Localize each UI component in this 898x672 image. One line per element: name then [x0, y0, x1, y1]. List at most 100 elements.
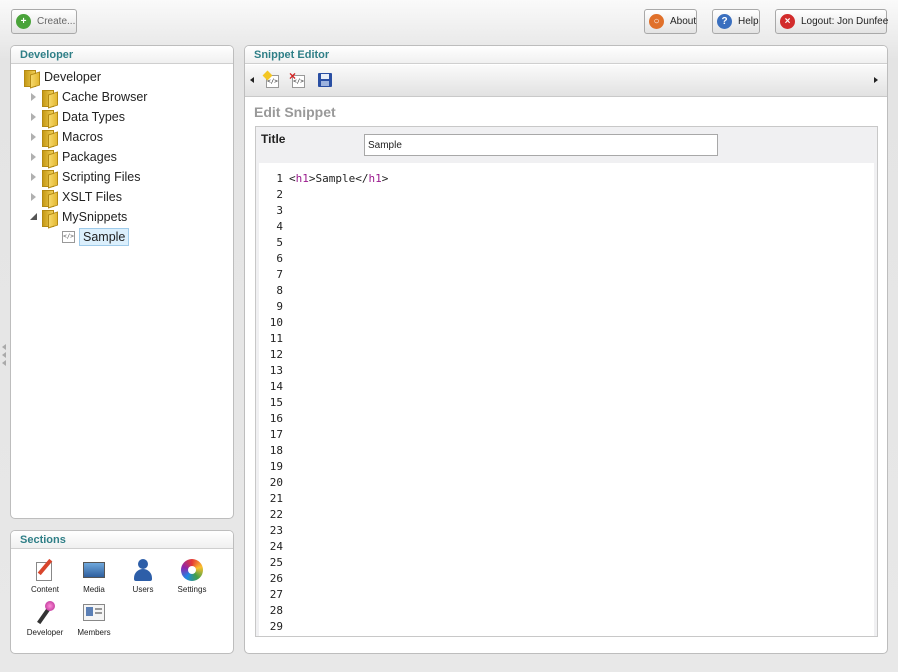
line-number: 25	[269, 556, 283, 569]
tree-item-scripting-files[interactable]: Scripting Files	[29, 167, 141, 187]
title-input[interactable]	[364, 134, 718, 156]
section-content[interactable]: Content	[21, 558, 69, 594]
info-circle-icon: ○	[649, 14, 664, 29]
line-number: 2	[276, 188, 283, 201]
settings-icon	[180, 558, 204, 582]
arrow-left-icon	[2, 344, 6, 350]
expand-arrow-icon[interactable]	[29, 172, 39, 182]
code-token: <	[289, 172, 296, 185]
line-number: 6	[276, 252, 283, 265]
section-label: Developer	[26, 628, 64, 637]
line-number: 16	[269, 412, 283, 425]
tree-item-xslt-files[interactable]: XSLT Files	[29, 187, 122, 207]
tree-item-data-types[interactable]: Data Types	[29, 107, 125, 127]
sections-title: Sections	[11, 531, 233, 549]
code-token: >	[308, 172, 316, 185]
panel-collapse-handle[interactable]	[2, 344, 8, 368]
line-number: 19	[269, 460, 283, 473]
folder-icon	[42, 129, 57, 147]
section-media[interactable]: Media	[70, 558, 118, 594]
line-number: 10	[269, 316, 283, 329]
line-number: 24	[269, 540, 283, 553]
plus-icon: +	[16, 14, 31, 29]
tree-item-packages[interactable]: Packages	[29, 147, 117, 167]
content-icon	[33, 558, 57, 582]
help-label: Help	[738, 16, 759, 27]
line-number: 9	[276, 300, 283, 313]
editor-toolbar: </> </> ×	[245, 65, 887, 97]
code-editor[interactable]: 1 2 3 4 5 6 7 8 9 10 11 12 13 14 15 16 17 18 19 20 21 22 23 24 2…	[259, 163, 874, 636]
scroll-right-icon[interactable]	[874, 77, 878, 83]
expand-arrow-icon[interactable]	[29, 92, 39, 102]
code-token: </	[355, 172, 369, 185]
code-tag-name: h1	[368, 172, 382, 185]
remove-macro-icon[interactable]: </> ×	[289, 69, 306, 88]
arrow-left-icon	[2, 360, 6, 366]
close-icon: ×	[780, 14, 795, 29]
expand-arrow-icon[interactable]	[29, 192, 39, 202]
about-button[interactable]: ○ About	[644, 9, 697, 34]
section-members[interactable]: Members	[70, 601, 118, 637]
folder-icon	[42, 169, 57, 187]
tree-item-sample[interactable]: </> Sample	[62, 227, 130, 247]
edit-snippet-heading: Edit Snippet	[254, 104, 336, 120]
section-users[interactable]: Users	[119, 558, 167, 594]
line-number: 18	[269, 444, 283, 457]
collapse-arrow-icon[interactable]	[29, 212, 39, 222]
line-number: 12	[269, 348, 283, 361]
section-developer[interactable]: Developer	[21, 601, 69, 637]
snippet-editor-panel: Snippet Editor </> </> × Edit Snippet Ti…	[244, 45, 888, 654]
line-number: 29	[269, 620, 283, 633]
logout-button[interactable]: × Logout: Jon Dunfee	[775, 9, 888, 34]
users-icon	[131, 558, 155, 582]
section-label: Content	[30, 585, 60, 594]
insert-macro-icon[interactable]: </>	[262, 70, 280, 88]
code-token: >	[381, 172, 389, 185]
save-icon[interactable]	[317, 72, 333, 88]
line-number: 4	[276, 220, 283, 233]
section-settings[interactable]: Settings	[168, 558, 216, 594]
line-number: 22	[269, 508, 283, 521]
tree-item-label: Macros	[62, 130, 103, 144]
expand-arrow-icon[interactable]	[29, 132, 39, 142]
tree-item-macros[interactable]: Macros	[29, 127, 103, 147]
folder-icon	[42, 89, 57, 107]
tree-root-label: Developer	[44, 70, 101, 84]
tree-item-label: Data Types	[62, 110, 126, 124]
create-button[interactable]: + Create...	[11, 9, 77, 34]
create-label: Create...	[37, 16, 76, 27]
line-number: 14	[269, 380, 283, 393]
section-label: Settings	[177, 585, 207, 594]
code-line: <h1>Sample</h1>	[289, 171, 388, 187]
folder-icon	[24, 69, 39, 87]
line-number: 7	[276, 268, 283, 281]
code-lines: <h1>Sample</h1>	[289, 171, 388, 187]
line-number: 11	[269, 332, 283, 345]
tree-item-label: Scripting Files	[62, 170, 141, 184]
section-label: Members	[77, 628, 111, 637]
arrow-left-icon	[2, 352, 6, 358]
snippet-properties: Title 1234567891011121314151617181920212…	[255, 126, 878, 637]
tree-item-cache-browser[interactable]: Cache Browser	[29, 87, 147, 107]
help-button[interactable]: ? Help	[712, 9, 760, 34]
line-number: 20	[269, 476, 283, 489]
tree-root-developer[interactable]: Developer	[21, 67, 101, 87]
tree-item-mysnippets[interactable]: MySnippets	[29, 207, 127, 227]
expand-arrow-icon[interactable]	[29, 112, 39, 122]
expand-arrow-icon[interactable]	[29, 152, 39, 162]
media-icon	[82, 558, 106, 582]
line-number: 21	[269, 492, 283, 505]
section-label: Media	[83, 585, 105, 594]
code-tag-name: h1	[295, 172, 309, 185]
line-number-gutter: 1 2 3 4 5 6 7 8 9 10 11 12 13 14 15 16 17 18 19 20 21 22 23 24 2…	[259, 171, 283, 635]
tree-item-label: XSLT Files	[62, 190, 122, 204]
line-number: 27	[269, 588, 283, 601]
line-number: 13	[269, 364, 283, 377]
scroll-left-icon[interactable]	[250, 77, 254, 83]
title-label: Title	[261, 132, 286, 146]
tree-item-label: Cache Browser	[62, 90, 148, 104]
folder-icon	[42, 149, 57, 167]
section-label: Users	[132, 585, 154, 594]
tree-item-label: MySnippets	[62, 210, 128, 224]
folder-icon	[42, 189, 57, 207]
